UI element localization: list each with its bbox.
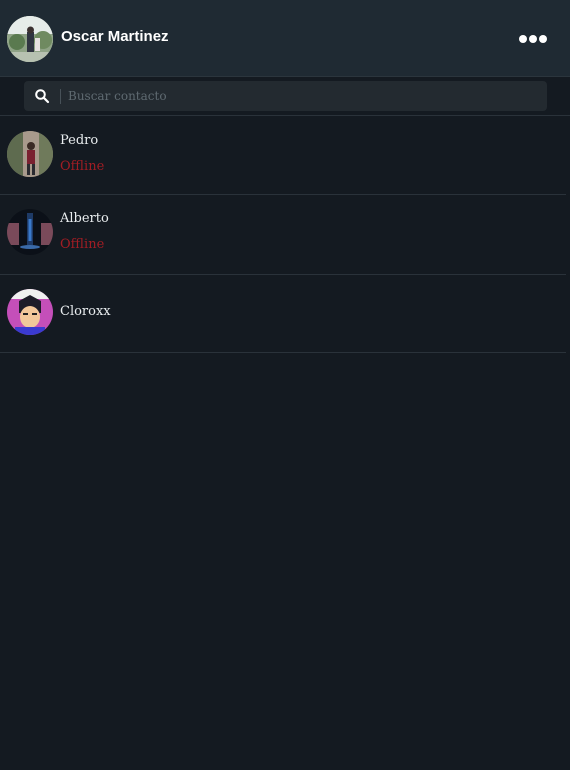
list-item[interactable]: Cloroxx — [0, 275, 566, 353]
more-options-button[interactable] — [518, 30, 548, 48]
contact-name: Cloroxx — [60, 304, 111, 319]
search-box — [24, 81, 547, 111]
list-item[interactable]: Alberto Offline — [0, 195, 566, 275]
page-title: Oscar Martinez — [61, 28, 169, 45]
contact-name: Pedro — [60, 133, 99, 148]
contact-avatar — [7, 209, 53, 255]
status-badge: Offline — [60, 237, 105, 252]
contact-name: Alberto — [60, 211, 109, 226]
contact-avatar — [7, 289, 53, 335]
user-avatar[interactable] — [7, 16, 53, 62]
user-avatar-image — [7, 16, 53, 62]
search-bar — [0, 77, 570, 116]
search-icon[interactable] — [34, 88, 50, 104]
list-item[interactable]: Pedro Offline — [0, 117, 566, 195]
chat-header: Oscar Martinez — [0, 0, 570, 77]
contact-list: Pedro Offline Alberto Offline Cloroxx — [0, 117, 570, 353]
search-divider — [60, 89, 61, 104]
search-input[interactable] — [68, 85, 538, 107]
contact-avatar — [7, 131, 53, 177]
status-badge: Offline — [60, 159, 105, 174]
